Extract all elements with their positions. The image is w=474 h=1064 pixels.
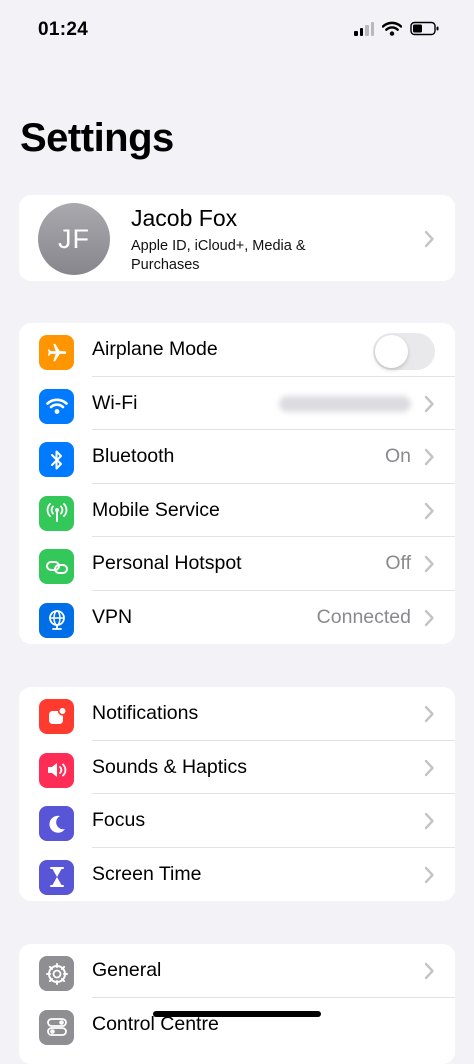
profile-name: Jacob Fox bbox=[131, 205, 238, 231]
chevron-right-icon bbox=[424, 448, 434, 466]
speaker-icon bbox=[39, 752, 74, 788]
control-centre-row[interactable]: Control Centre bbox=[19, 998, 455, 1052]
wifi-label: Wi-Fi bbox=[92, 391, 138, 414]
battery-icon bbox=[410, 21, 439, 36]
screen-time-row[interactable]: Screen Time bbox=[19, 848, 455, 902]
status-bar: 01:24 bbox=[0, 0, 474, 60]
profile-subtitle: Apple ID, iCloud+, Media & Purchases bbox=[131, 238, 306, 273]
airplane-mode-toggle[interactable] bbox=[373, 333, 435, 370]
home-indicator[interactable] bbox=[153, 1011, 321, 1017]
airplane-mode-label: Airplane Mode bbox=[92, 338, 218, 360]
chevron-right-icon bbox=[424, 609, 434, 626]
chevron-right-icon bbox=[424, 395, 434, 412]
airplane-icon bbox=[39, 335, 74, 370]
page-title: Settings bbox=[20, 116, 174, 160]
focus-label: Focus bbox=[92, 809, 146, 831]
wifi-row[interactable]: Wi-Fi bbox=[19, 377, 455, 430]
screen-time-label: Screen Time bbox=[92, 862, 202, 885]
vpn-value: Connected bbox=[316, 605, 411, 628]
toggles-icon bbox=[39, 1009, 74, 1045]
chevron-right-icon bbox=[424, 502, 434, 519]
hotspot-icon bbox=[39, 549, 74, 584]
avatar: JF bbox=[38, 203, 110, 275]
status-icons bbox=[354, 21, 440, 36]
globe-icon bbox=[39, 602, 74, 638]
chevron-right-icon bbox=[424, 759, 434, 776]
mobile-service-row[interactable]: Mobile Service bbox=[19, 484, 455, 537]
personal-hotspot-value: Off bbox=[385, 552, 411, 574]
chevron-right-icon bbox=[424, 866, 434, 883]
general-row[interactable]: General bbox=[19, 944, 455, 998]
sounds-haptics-row[interactable]: Sounds & Haptics bbox=[19, 741, 455, 794]
chevron-right-icon bbox=[424, 962, 434, 980]
antenna-icon bbox=[39, 495, 74, 531]
focus-row[interactable]: Focus bbox=[19, 794, 455, 848]
notifications-label: Notifications bbox=[92, 702, 199, 724]
sounds-haptics-label: Sounds & Haptics bbox=[92, 755, 248, 778]
apple-id-profile-row[interactable]: JF Jacob Fox Apple ID, iCloud+, Media & … bbox=[19, 195, 455, 281]
chevron-right-icon bbox=[424, 705, 434, 723]
chevron-right-icon bbox=[424, 555, 434, 573]
chevron-right-icon bbox=[424, 230, 434, 248]
bell-icon bbox=[39, 699, 74, 734]
moon-icon bbox=[39, 806, 74, 841]
vpn-label: VPN bbox=[92, 605, 133, 628]
gear-icon bbox=[39, 956, 74, 991]
personal-hotspot-label: Personal Hotspot bbox=[92, 552, 242, 574]
bluetooth-label: Bluetooth bbox=[92, 445, 175, 467]
general-label: General bbox=[92, 959, 162, 981]
connectivity-group: Airplane Mode Wi-Fi Bluetooth On Mobile … bbox=[19, 323, 455, 644]
cellular-signal-icon bbox=[354, 21, 374, 36]
status-time: 01:24 bbox=[38, 19, 89, 40]
wifi-network-name-redacted bbox=[279, 395, 411, 412]
alerts-group: Notifications Sounds & Haptics Focus Scr… bbox=[19, 687, 455, 901]
mobile-service-label: Mobile Service bbox=[92, 498, 220, 521]
hourglass-icon bbox=[39, 859, 74, 895]
wifi-icon bbox=[39, 388, 74, 424]
bluetooth-row[interactable]: Bluetooth On bbox=[19, 430, 455, 484]
vpn-row[interactable]: VPN Connected bbox=[19, 591, 455, 645]
system-group: General Control Centre bbox=[19, 944, 455, 1064]
toggle-knob bbox=[375, 335, 408, 368]
notifications-row[interactable]: Notifications bbox=[19, 687, 455, 741]
wifi-status-icon bbox=[382, 21, 402, 36]
chevron-right-icon bbox=[424, 812, 434, 830]
personal-hotspot-row[interactable]: Personal Hotspot Off bbox=[19, 537, 455, 591]
bluetooth-icon bbox=[39, 442, 74, 477]
bluetooth-value: On bbox=[384, 445, 411, 467]
airplane-mode-row[interactable]: Airplane Mode bbox=[19, 323, 455, 377]
